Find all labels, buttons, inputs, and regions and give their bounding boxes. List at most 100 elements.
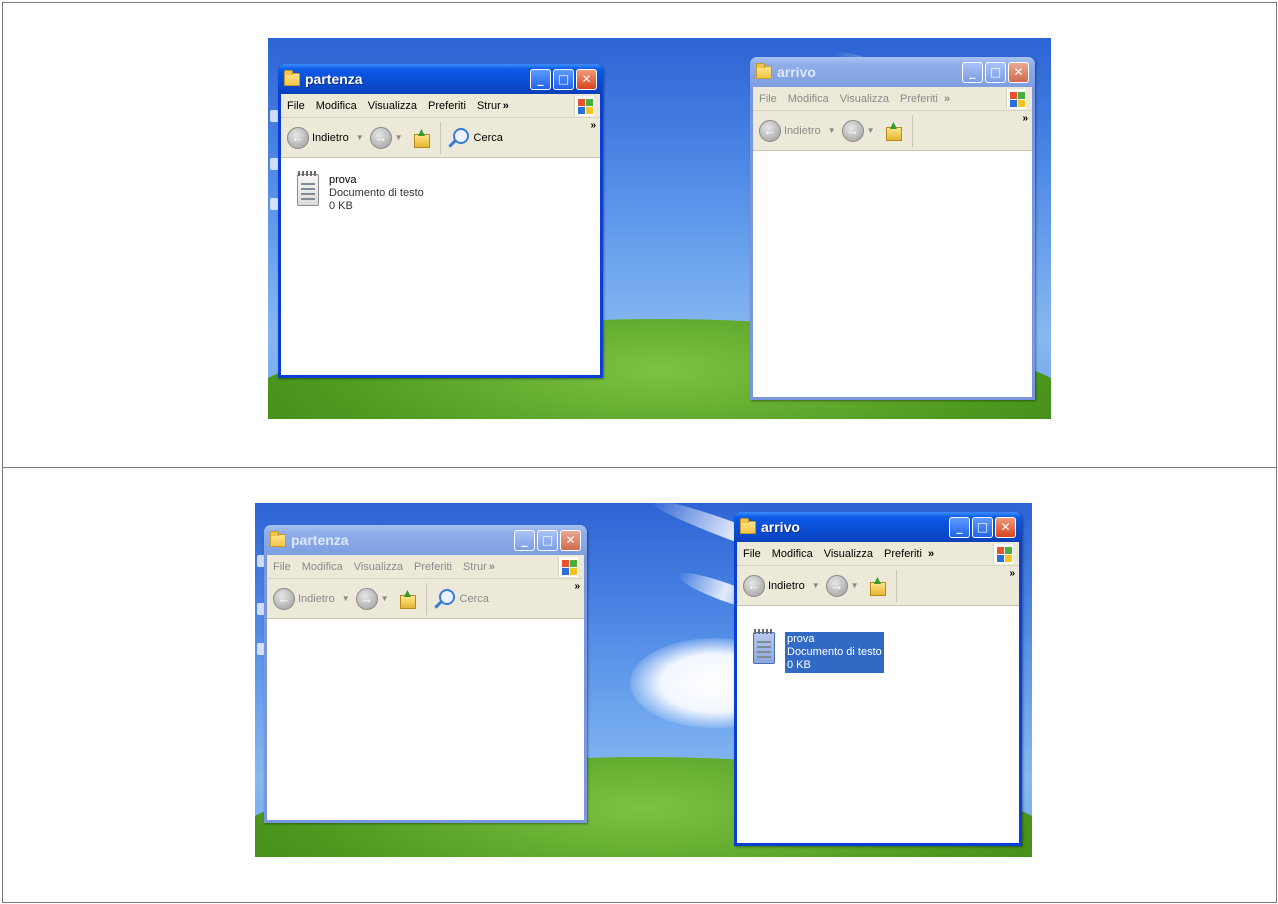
menu-modifica[interactable]: Modifica [788,93,829,105]
back-arrow-icon[interactable]: ← [759,119,781,142]
file-type: Documento di testo [329,187,424,199]
toolbar: ← Indietro ▼ → ▼ Cerca » [267,579,584,619]
file-item-prova[interactable]: prova Documento di testo 0 KB [297,171,424,213]
text-document-icon [753,629,775,664]
maximize-icon[interactable]: □ [537,529,558,551]
menu-preferiti[interactable]: Preferiti [428,100,466,112]
file-item-prova[interactable]: prova Documento di testo 0 KB [753,629,884,673]
menu-overflow-chevron-icon[interactable]: » [489,561,495,573]
menu-bar: File Modifica Visualizza Preferiti » [753,87,1032,111]
minimize-icon[interactable]: _ [962,61,983,83]
toolbar-separator [895,569,897,602]
folder-up-icon[interactable] [399,586,416,609]
minimize-icon[interactable]: _ [949,516,970,538]
back-dropdown-icon[interactable]: ▼ [812,581,820,590]
maximize-icon[interactable]: □ [985,61,1006,83]
file-list[interactable]: prova Documento di testo 0 KB [737,606,1019,843]
menu-overflow-chevron-icon[interactable]: » [944,93,950,105]
back-button-label[interactable]: Indietro [784,125,821,137]
forward-arrow-icon[interactable]: → [841,119,864,142]
title-bar[interactable]: partenza _ □ ✕ [278,64,603,94]
panel-divider [2,467,1277,468]
file-size: 0 KB [787,659,811,671]
back-arrow-icon[interactable]: ← [287,126,309,149]
menu-modifica[interactable]: Modifica [302,561,343,573]
maximize-icon[interactable]: □ [553,68,574,90]
file-list[interactable]: prova Documento di testo 0 KB [281,158,600,375]
forward-arrow-icon[interactable]: → [369,126,392,149]
forward-dropdown-icon[interactable]: ▼ [851,581,859,590]
back-button-label[interactable]: Indietro [298,593,335,605]
file-list[interactable] [753,151,1032,397]
text-document-icon [297,171,319,206]
minimize-icon[interactable]: _ [514,529,535,551]
close-icon[interactable]: ✕ [576,68,597,90]
title-bar[interactable]: arrivo _ □ ✕ [750,57,1035,87]
folder-up-icon[interactable] [885,118,902,141]
folder-icon [270,530,286,547]
menu-bar: File Modifica Visualizza Preferiti » [737,542,1019,566]
toolbar: ← Indietro ▼ → ▼ » [737,566,1019,606]
menu-visualizza[interactable]: Visualizza [840,93,889,105]
menu-file[interactable]: File [273,561,291,573]
toolbar: ← Indietro ▼ → ▼ Cerca » [281,118,600,158]
search-button-label[interactable]: Cerca [460,593,489,605]
close-icon[interactable]: ✕ [995,516,1016,538]
window-arrivo[interactable]: arrivo _ □ ✕ File Modifica Visualizza Pr… [750,57,1035,400]
window-arrivo[interactable]: arrivo _ □ ✕ File Modifica Visualizza Pr… [734,512,1022,846]
menu-file[interactable]: File [743,548,761,560]
menu-file[interactable]: File [759,93,777,105]
search-icon[interactable] [432,588,455,610]
window-partenza[interactable]: partenza _ □ ✕ File Modifica Visualizza … [278,64,603,378]
window-partenza[interactable]: partenza _ □ ✕ File Modifica Visualizza … [264,525,587,823]
file-type: Documento di testo [787,646,882,658]
back-button-label[interactable]: Indietro [312,132,349,144]
forward-dropdown-icon[interactable]: ▼ [867,126,875,135]
forward-arrow-icon[interactable]: → [355,587,378,610]
file-details: prova Documento di testo 0 KB [329,174,424,213]
minimize-icon[interactable]: _ [530,68,551,90]
toolbar-overflow-chevron-icon[interactable]: » [1022,113,1028,124]
title-bar[interactable]: partenza _ □ ✕ [264,525,587,555]
forward-dropdown-icon[interactable]: ▼ [381,594,389,603]
close-icon[interactable]: ✕ [560,529,581,551]
window-title: arrivo [761,519,800,535]
back-dropdown-icon[interactable]: ▼ [356,133,364,142]
menu-file[interactable]: File [287,100,305,112]
close-icon[interactable]: ✕ [1008,61,1029,83]
back-dropdown-icon[interactable]: ▼ [342,594,350,603]
toolbar-overflow-chevron-icon[interactable]: » [1009,568,1015,579]
menu-bar: File Modifica Visualizza Preferiti Strur… [281,94,600,118]
menu-strumenti[interactable]: Strur [463,561,487,573]
menu-preferiti[interactable]: Preferiti [884,548,922,560]
menu-modifica[interactable]: Modifica [772,548,813,560]
back-arrow-icon[interactable]: ← [273,587,295,610]
menu-overflow-chevron-icon[interactable]: » [503,100,509,112]
window-title: partenza [291,532,349,548]
menu-overflow-chevron-icon[interactable]: » [928,548,934,560]
menu-modifica[interactable]: Modifica [316,100,357,112]
window-title: partenza [305,71,363,87]
folder-up-icon[interactable] [869,573,886,596]
menu-preferiti[interactable]: Preferiti [414,561,452,573]
menu-visualizza[interactable]: Visualizza [368,100,417,112]
back-dropdown-icon[interactable]: ▼ [828,126,836,135]
search-button-label[interactable]: Cerca [474,132,503,144]
maximize-icon[interactable]: □ [972,516,993,538]
toolbar-overflow-chevron-icon[interactable]: » [574,581,580,592]
file-name: prova [329,174,357,186]
file-list[interactable] [267,619,584,820]
search-icon[interactable] [446,127,469,149]
menu-visualizza[interactable]: Visualizza [354,561,403,573]
toolbar-overflow-chevron-icon[interactable]: » [590,120,596,131]
menu-strumenti[interactable]: Strur [477,100,501,112]
title-bar[interactable]: arrivo _ □ ✕ [734,512,1022,542]
folder-icon [284,69,300,86]
menu-visualizza[interactable]: Visualizza [824,548,873,560]
forward-dropdown-icon[interactable]: ▼ [395,133,403,142]
back-arrow-icon[interactable]: ← [743,574,765,597]
back-button-label[interactable]: Indietro [768,580,805,592]
forward-arrow-icon[interactable]: → [825,574,848,597]
menu-preferiti[interactable]: Preferiti [900,93,938,105]
folder-up-icon[interactable] [413,125,430,148]
